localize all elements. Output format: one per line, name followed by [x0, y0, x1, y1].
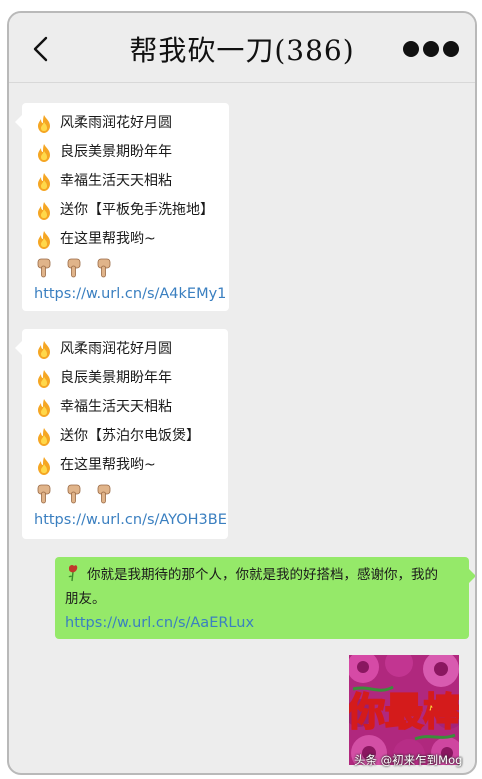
message-line: 在这里帮我哟~	[34, 451, 218, 480]
sticker-image[interactable]: 你最棒	[349, 655, 459, 765]
fire-emoji-icon	[34, 369, 54, 389]
pointing-down-hand-icon	[66, 258, 82, 278]
my-message-bubble[interactable]: 你就是我期待的那个人，你就是我的好搭档，感谢你，我的 朋友。 https://w…	[55, 557, 475, 639]
fire-emoji-icon	[34, 427, 54, 447]
pointing-hands	[34, 254, 219, 282]
message-link[interactable]: https://w.url.cn/s/AYOH3BE	[34, 508, 227, 532]
message-line: 幸福生活天天相粘	[34, 393, 218, 422]
message-text: 良辰美景期盼年年	[60, 144, 172, 160]
my-message-text-line1: 你就是我期待的那个人，你就是我的好搭档，感谢你，我的	[65, 563, 461, 587]
pointing-down-hand-icon	[36, 258, 52, 278]
message-line: 送你【苏泊尔电饭煲】	[34, 422, 218, 451]
message-text: 在这里帮我哟~	[60, 231, 156, 247]
my-message-link[interactable]: https://w.url.cn/s/AaERLux	[65, 611, 461, 635]
message-text: 送你【苏泊尔电饭煲】	[60, 428, 200, 444]
message-line: 在这里帮我哟~	[34, 225, 219, 254]
message-line: 良辰美景期盼年年	[34, 364, 218, 393]
fire-emoji-icon	[34, 114, 54, 134]
pointing-hands	[34, 480, 218, 508]
message-text: 风柔雨润花好月圆	[60, 341, 172, 357]
pointing-down-hand-icon	[96, 258, 112, 278]
back-arrow-icon[interactable]	[29, 35, 53, 63]
pointing-down-hand-icon	[96, 484, 112, 504]
message-line: 幸福生活天天相粘	[34, 167, 219, 196]
message-line: 良辰美景期盼年年	[34, 138, 219, 167]
fire-emoji-icon	[34, 201, 54, 221]
pointing-down-hand-icon	[66, 484, 82, 504]
message-bubble-2[interactable]: 风柔雨润花好月圆 良辰美景期盼年年 幸福生活天天相粘 送你【苏泊尔电饭煲】 在这…	[15, 329, 228, 539]
wilted-rose-icon	[68, 564, 78, 582]
fire-emoji-icon	[34, 143, 54, 163]
chat-window: 帮我砍一刀(386) 风柔雨润花好月圆 良辰美景期盼年年 幸福生活天天相粘 送你…	[7, 11, 477, 775]
message-bubble-1[interactable]: 风柔雨润花好月圆 良辰美景期盼年年 幸福生活天天相粘 送你【平板免手洗拖地】 在…	[15, 103, 229, 311]
fire-emoji-icon	[34, 172, 54, 192]
message-line: 风柔雨润花好月圆	[34, 109, 219, 138]
message-text: 风柔雨润花好月圆	[60, 115, 172, 131]
sticker-text: 你最棒	[349, 692, 459, 734]
chat-title: 帮我砍一刀(386)	[129, 34, 355, 67]
fire-emoji-icon	[34, 398, 54, 418]
fire-emoji-icon	[34, 230, 54, 250]
pointing-down-hand-icon	[36, 484, 52, 504]
message-text: 良辰美景期盼年年	[60, 370, 172, 386]
message-link[interactable]: https://w.url.cn/s/A4kEMy1	[34, 282, 226, 306]
more-dots-icon[interactable]	[403, 41, 459, 57]
message-line: 风柔雨润花好月圆	[34, 335, 218, 364]
watermark-text: 头条 @初来乍到Mog	[354, 753, 463, 767]
fire-emoji-icon	[34, 340, 54, 360]
fire-emoji-icon	[34, 456, 54, 476]
rose-sticker-picture: 你最棒	[349, 655, 459, 765]
chat-header: 帮我砍一刀(386)	[9, 13, 475, 83]
message-text: 幸福生活天天相粘	[60, 399, 172, 415]
my-message-text: 你就是我期待的那个人，你就是我的好搭档，感谢你，我的	[87, 567, 438, 583]
message-text: 送你【平板免手洗拖地】	[60, 202, 214, 218]
message-text: 幸福生活天天相粘	[60, 173, 172, 189]
message-text: 在这里帮我哟~	[60, 457, 156, 473]
my-message-text-line2: 朋友。	[65, 591, 106, 607]
message-line: 送你【平板免手洗拖地】	[34, 196, 219, 225]
